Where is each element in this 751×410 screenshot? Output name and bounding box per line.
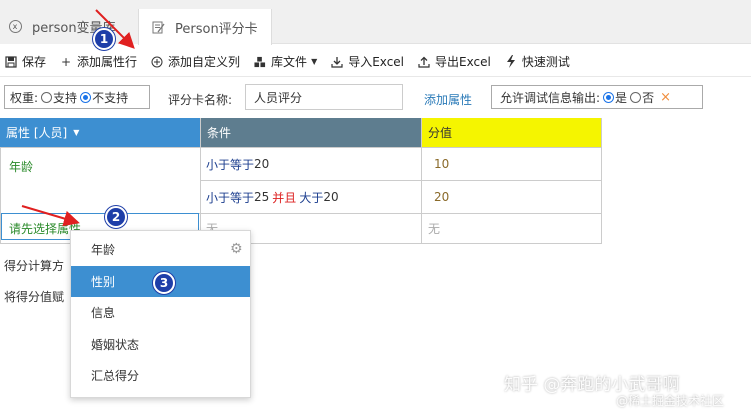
watermark-juejin: @稀土掘金技术社区 — [616, 394, 725, 408]
debug-output-options: 允许调试信息输出: 是 否 × — [491, 85, 703, 109]
caret-down-icon: ▼ — [311, 57, 318, 66]
condition-value: 20 — [323, 190, 339, 204]
score-empty: 无 — [428, 222, 441, 236]
score-column-header: 分值 — [422, 118, 602, 148]
weight-options: 权重: 支持 不支持 — [4, 85, 150, 109]
score-value: 10 — [434, 157, 450, 171]
add-attribute-link[interactable]: 添加属性 — [424, 91, 472, 108]
attribute-value: 年龄 — [9, 160, 34, 174]
clear-icon[interactable]: × — [660, 90, 671, 105]
save-icon — [5, 55, 17, 68]
condition-value: 20 — [254, 157, 270, 171]
debug-no-label: 否 — [642, 90, 655, 105]
toolbar: 保存 + 添加属性行 添加自定义列 库文件 ▼ 导入Excel 导出Excel … — [0, 47, 751, 77]
add-custom-column-label: 添加自定义列 — [168, 55, 241, 69]
and-keyword: 并且 — [272, 190, 297, 205]
annotation-badge-2: 2 — [105, 206, 127, 228]
score-calculation-label: 得分计算方 — [4, 259, 65, 273]
operator-label: 大于 — [299, 190, 324, 205]
score-cell[interactable]: 10 — [422, 148, 602, 181]
card-name-label: 评分卡名称: — [168, 93, 233, 107]
support-label: 支持 — [53, 90, 78, 105]
dropdown-item-label: 信息 — [91, 306, 116, 320]
add-attribute-row-label: 添加属性行 — [77, 55, 138, 69]
attribute-column-header[interactable]: 属性 [人员] ▼ — [0, 118, 201, 148]
options-row: 权重: 支持 不支持 评分卡名称: 添加属性 允许调试信息输出: 是 否 × — [0, 82, 751, 112]
tab-person-scorecard[interactable]: Person评分卡 — [138, 9, 272, 45]
dropdown-item-label: 婚姻状态 — [91, 338, 140, 352]
score-value: 20 — [434, 190, 450, 204]
debug-label: 允许调试信息输出: — [500, 90, 601, 105]
support-radio[interactable] — [41, 91, 53, 103]
circle-plus-icon — [151, 56, 163, 68]
weight-label: 权重: — [10, 90, 39, 105]
cubes-icon — [254, 56, 266, 68]
score-cell[interactable]: 20 — [422, 181, 602, 214]
edit-doc-icon — [151, 20, 165, 34]
save-label: 保存 — [22, 55, 47, 69]
debug-yes-label: 是 — [615, 90, 628, 105]
condition-header-label: 条件 — [207, 126, 232, 140]
score-assignment-label: 将得分值赋 — [4, 290, 65, 304]
quick-test-button[interactable]: 快速测试 — [505, 53, 570, 70]
operator-label: 小于等于 — [206, 190, 255, 205]
import-excel-label: 导入Excel — [348, 55, 405, 69]
debug-yes-radio[interactable] — [603, 91, 615, 103]
export-excel-button[interactable]: 导出Excel — [418, 53, 491, 70]
condition-value: 25 — [254, 190, 270, 204]
lightning-icon — [505, 55, 517, 68]
attribute-dropdown: 年龄 ⚙ 性别 信息 婚姻状态 汇总得分 — [70, 230, 251, 398]
plus-icon: + — [60, 54, 72, 69]
import-excel-button[interactable]: 导入Excel — [331, 53, 404, 70]
condition-column-header: 条件 — [201, 118, 422, 148]
debug-no-radio[interactable] — [630, 91, 642, 103]
dropdown-item-age[interactable]: 年龄 ⚙ — [71, 234, 250, 265]
score-header-label: 分值 — [428, 126, 453, 140]
caret-down-icon: ▼ — [73, 128, 80, 137]
download-icon — [331, 56, 343, 68]
tab-label: Person评分卡 — [175, 21, 258, 37]
add-custom-column-button[interactable]: 添加自定义列 — [151, 53, 240, 70]
attribute-header-label: 属性 [人员] — [6, 126, 68, 140]
condition-cell[interactable]: 小于等于 20 — [201, 148, 422, 181]
not-support-label: 不支持 — [92, 90, 129, 105]
score-cell[interactable]: 无 — [422, 214, 602, 244]
gear-icon[interactable]: ⚙ — [230, 242, 244, 256]
dropdown-item-marital-status[interactable]: 婚姻状态 — [71, 329, 250, 360]
variable-icon: x — [8, 20, 22, 34]
card-name-input[interactable] — [245, 84, 403, 110]
quick-test-label: 快速测试 — [521, 55, 570, 69]
dropdown-item-label: 性别 — [91, 275, 116, 289]
condition-cell[interactable]: 小于等于 25 并且 大于 20 — [201, 181, 422, 214]
tab-person-variable-library[interactable]: x person变量库 — [0, 9, 138, 44]
operator-label: 小于等于 — [206, 157, 255, 172]
not-support-radio[interactable] — [80, 91, 92, 103]
dropdown-item-info[interactable]: 信息 — [71, 297, 250, 328]
upload-icon — [418, 56, 430, 68]
add-attribute-row-button[interactable]: + 添加属性行 — [60, 53, 137, 70]
attribute-cell-age[interactable]: 年龄 — [0, 148, 201, 214]
library-file-menu[interactable]: 库文件 ▼ — [254, 53, 317, 70]
save-button[interactable]: 保存 — [5, 53, 46, 70]
annotation-badge-1: 1 — [93, 28, 115, 50]
dropdown-item-total-score[interactable]: 汇总得分 — [71, 360, 250, 391]
dropdown-item-label: 年龄 — [91, 243, 116, 257]
export-excel-label: 导出Excel — [435, 55, 491, 69]
library-file-label: 库文件 — [271, 55, 308, 69]
annotation-badge-3: 3 — [153, 272, 175, 294]
dropdown-item-label: 汇总得分 — [91, 369, 140, 383]
